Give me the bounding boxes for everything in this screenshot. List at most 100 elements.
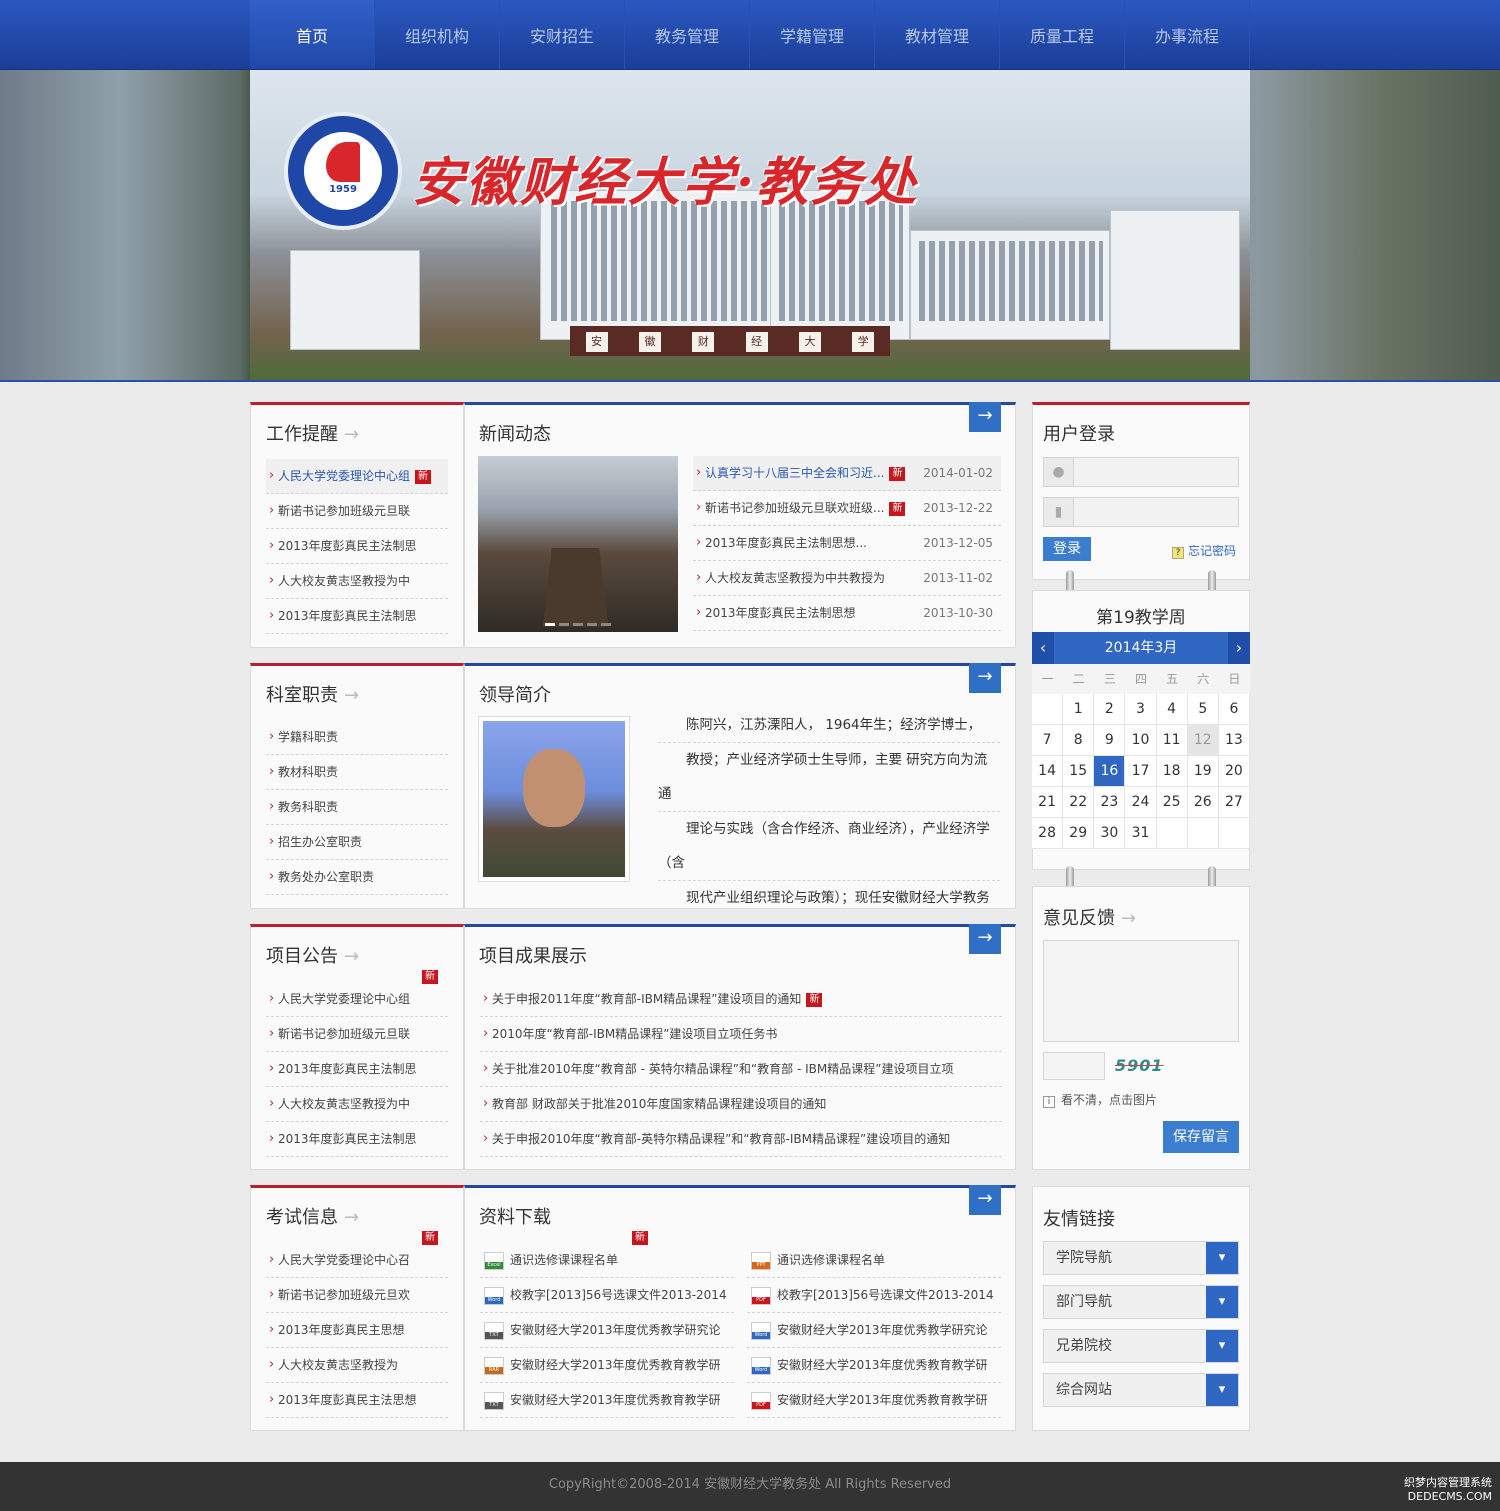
list-item[interactable]: 人大校友黄志坚教授为中 <box>266 1087 448 1122</box>
calendar-day[interactable]: 13 <box>1218 725 1250 756</box>
download-item[interactable]: PPT 通识选修课课程名单 <box>747 1243 1001 1278</box>
calendar-day[interactable]: 15 <box>1063 756 1095 787</box>
calendar-day[interactable]: 18 <box>1156 756 1188 787</box>
list-item[interactable]: 靳诺书记参加班级元旦联 <box>266 494 448 529</box>
calendar-day[interactable]: 5 <box>1187 694 1219 725</box>
calendar-day[interactable]: 21 <box>1032 787 1064 818</box>
list-item[interactable]: 2013年度彭真民主思想 <box>266 1313 448 1348</box>
list-item[interactable]: 关于批准2010年度“教育部 - 英特尔精品课程”和“教育部 - IBM精品课程… <box>480 1052 1002 1087</box>
next-month-button[interactable]: › <box>1228 632 1250 664</box>
list-item[interactable]: 人大校友黄志坚教授为中共教授为 2013-11-02 <box>693 561 1001 596</box>
calendar-day[interactable]: 22 <box>1063 787 1095 818</box>
calendar-day[interactable]: 20 <box>1218 756 1250 787</box>
list-item[interactable]: 教务处办公室职责 <box>266 860 448 895</box>
slider-dot[interactable] <box>545 623 555 626</box>
slider-dot[interactable] <box>573 623 583 626</box>
list-item[interactable]: 人民大学党委理论中心召 <box>266 1243 448 1278</box>
list-item[interactable]: 2013年度彭真民主法制思 <box>266 529 448 564</box>
list-item[interactable]: 2013年度彭真民主法制思 <box>266 1052 448 1087</box>
list-item[interactable]: 教材科职责 <box>266 755 448 790</box>
leader-more-button[interactable]: → <box>969 663 1001 693</box>
nav-item[interactable]: 质量工程 <box>1000 0 1125 69</box>
calendar-day[interactable]: 2 <box>1094 694 1126 725</box>
nav-item[interactable]: 教材管理 <box>875 0 1000 69</box>
news-more-button[interactable]: → <box>969 402 1001 432</box>
list-item[interactable]: 教务科职责 <box>266 790 448 825</box>
list-item[interactable]: 人民大学党委理论中心组新 <box>266 459 448 494</box>
nav-item[interactable]: 学籍管理 <box>750 0 875 69</box>
list-item[interactable]: 人民大学党委理论中心组 <box>266 982 448 1017</box>
nav-item[interactable]: 办事流程 <box>1125 0 1250 69</box>
nav-item[interactable]: 教务管理 <box>625 0 750 69</box>
download-item[interactable]: Word 安徽财经大学2013年度优秀教学研究论 <box>747 1313 1001 1348</box>
news-photo-slider[interactable] <box>478 456 678 632</box>
calendar-day[interactable]: 28 <box>1032 818 1064 849</box>
feedback-title[interactable]: 意见反馈 → <box>1043 904 1136 930</box>
calendar-day[interactable]: 4 <box>1156 694 1188 725</box>
calendar-day[interactable]: 11 <box>1156 725 1188 756</box>
calendar-day[interactable]: 25 <box>1156 787 1188 818</box>
password-field[interactable]: ▮ <box>1043 497 1239 527</box>
calendar-day[interactable]: 16 <box>1094 756 1126 787</box>
list-item[interactable]: 靳诺书记参加班级元旦联 <box>266 1017 448 1052</box>
list-item[interactable]: 靳诺书记参加班级元旦欢 <box>266 1278 448 1313</box>
list-item[interactable]: 2013年度彭真民主法制思想... 2013-12-05 <box>693 526 1001 561</box>
calendar-day[interactable]: 12 <box>1187 725 1219 756</box>
captcha-input[interactable] <box>1043 1052 1105 1080</box>
calendar-day[interactable]: 8 <box>1063 725 1095 756</box>
link-select[interactable]: 综合网站 ▾ <box>1043 1373 1239 1407</box>
list-item[interactable]: 2013年度彭真民主法制思 <box>266 599 448 634</box>
calendar-day[interactable]: 19 <box>1187 756 1219 787</box>
calendar-day[interactable]: 27 <box>1218 787 1250 818</box>
feedback-textarea[interactable] <box>1043 940 1239 1042</box>
calendar-day[interactable]: 29 <box>1063 818 1095 849</box>
calendar-day[interactable]: 30 <box>1094 818 1126 849</box>
link-select[interactable]: 部门导航 ▾ <box>1043 1285 1239 1319</box>
link-select[interactable]: 兄弟院校 ▾ <box>1043 1329 1239 1363</box>
exam-title[interactable]: 考试信息 → <box>266 1203 359 1229</box>
download-item[interactable]: Excel 通识选修课课程名单 <box>480 1243 734 1278</box>
list-item[interactable]: 学籍科职责 <box>266 720 448 755</box>
save-message-button[interactable]: 保存留言 <box>1163 1121 1239 1153</box>
calendar-day[interactable]: 10 <box>1125 725 1157 756</box>
download-item[interactable]: TXT 安徽财经大学2013年度优秀教学研究论 <box>480 1313 734 1348</box>
list-item[interactable]: 2013年度彭真民主法思想 <box>266 1383 448 1418</box>
list-item[interactable]: 2013年度彭真民主法制思 <box>266 1122 448 1157</box>
list-item[interactable]: 关于申报2011年度“教育部-IBM精品课程”建设项目的通知新 <box>480 982 1002 1017</box>
calendar-day[interactable]: 9 <box>1094 725 1126 756</box>
list-item[interactable]: 人大校友黄志坚教授为 <box>266 1348 448 1383</box>
calendar-day[interactable]: 23 <box>1094 787 1126 818</box>
list-item[interactable]: 教育部 财政部关于批准2010年度国家精品课程建设项目的通知 <box>480 1087 1002 1122</box>
duty-title[interactable]: 科室职责 → <box>266 681 359 707</box>
login-button[interactable]: 登录 <box>1043 537 1091 561</box>
list-item[interactable]: 靳诺书记参加班级元旦联欢班级... 新 2013-12-22 <box>693 491 1001 526</box>
download-more-button[interactable]: → <box>969 1185 1001 1215</box>
results-more-button[interactable]: → <box>969 924 1001 954</box>
download-item[interactable]: PDF 安徽财经大学2013年度优秀教育教学研 <box>747 1383 1001 1418</box>
download-item[interactable]: RAR 安徽财经大学2013年度优秀教育教学研 <box>480 1348 734 1383</box>
calendar-day[interactable]: 24 <box>1125 787 1157 818</box>
download-item[interactable]: Word 校教字[2013]56号选课文件2013-2014 <box>480 1278 734 1313</box>
captcha-image[interactable]: 5901 <box>1115 1056 1164 1075</box>
nav-item[interactable]: 组织机构 <box>375 0 500 69</box>
calendar-day[interactable]: 6 <box>1218 694 1250 725</box>
list-item[interactable]: 人大校友黄志坚教授为中 <box>266 564 448 599</box>
slider-dot[interactable] <box>559 623 569 626</box>
prev-month-button[interactable]: ‹ <box>1032 632 1054 664</box>
calendar-day[interactable]: 14 <box>1032 756 1064 787</box>
download-item[interactable]: TXT 安徽财经大学2013年度优秀教育教学研 <box>480 1383 734 1418</box>
slider-dot[interactable] <box>601 623 611 626</box>
notice-title[interactable]: 项目公告 → <box>266 942 359 968</box>
calendar-day[interactable]: 17 <box>1125 756 1157 787</box>
list-item[interactable]: 2013年度彭真民主法制思想 2013-10-30 <box>693 596 1001 631</box>
link-select[interactable]: 学院导航 ▾ <box>1043 1241 1239 1275</box>
calendar-day[interactable]: 26 <box>1187 787 1219 818</box>
nav-item[interactable]: 安财招生 <box>500 0 625 69</box>
slider-dot[interactable] <box>587 623 597 626</box>
list-item[interactable]: 2010年度“教育部-IBM精品课程”建设项目立项任务书 <box>480 1017 1002 1052</box>
reminder-title[interactable]: 工作提醒 → <box>266 420 359 446</box>
download-item[interactable]: PDF 校教字[2013]56号选课文件2013-2014 <box>747 1278 1001 1313</box>
list-item[interactable]: 认真学习十八届三中全会和习近... 新 2014-01-02 <box>693 456 1001 491</box>
calendar-day[interactable]: 1 <box>1063 694 1095 725</box>
username-field[interactable]: ● <box>1043 457 1239 487</box>
